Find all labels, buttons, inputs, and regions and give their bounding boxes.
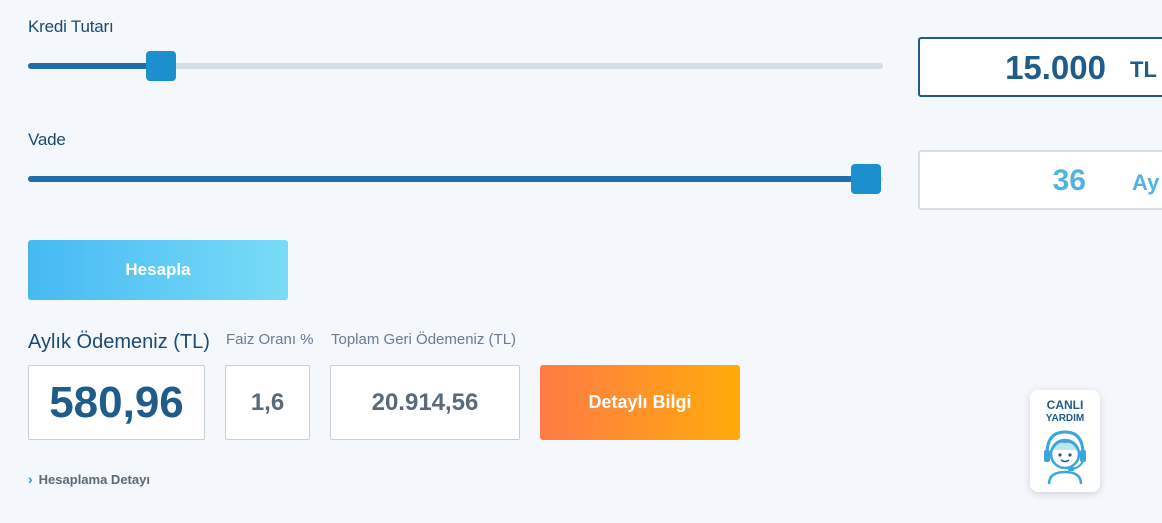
loan-amount-field[interactable]: 15.000 TL [918, 37, 1162, 97]
monthly-payment-label: Aylık Ödemeniz (TL) [28, 331, 210, 353]
loan-amount-slider-thumb[interactable] [145, 51, 176, 81]
term-slider[interactable] [28, 164, 883, 194]
loan-amount-value: 15.000 [1005, 49, 1106, 86]
detail-info-button[interactable]: Detaylı Bilgi [540, 365, 740, 440]
interest-rate-label: Faiz Oranı % [226, 331, 314, 348]
live-help-line2: YARDIM [1045, 413, 1085, 424]
term-slider-fill [28, 176, 866, 182]
calculation-detail-link[interactable]: › Hesaplama Detayı [28, 471, 150, 487]
term-label: Vade [28, 130, 66, 149]
term-unit: Ay [1132, 170, 1160, 195]
interest-rate-value: 1,6 [225, 365, 310, 440]
loan-calculator: Kredi Tutarı 15.000 TL Vade 36 Ay Hesapl… [0, 0, 1162, 523]
total-repayment-value: 20.914,56 [330, 365, 520, 440]
monthly-payment-value: 580,96 [28, 365, 205, 440]
live-help-widget[interactable]: CANLI YARDIM [1030, 390, 1100, 492]
calculation-detail-label: Hesaplama Detayı [38, 471, 150, 487]
calculate-button[interactable]: Hesapla [28, 240, 288, 300]
support-agent-icon [1044, 430, 1086, 484]
live-help-line1: CANLI [1046, 398, 1084, 412]
chevron-right-icon: › [28, 471, 33, 487]
loan-amount-slider-fill [28, 63, 161, 69]
total-repayment-label: Toplam Geri Ödemeniz (TL) [331, 331, 517, 348]
term-slider-thumb[interactable] [850, 164, 881, 194]
loan-amount-label: Kredi Tutarı [28, 17, 114, 36]
term-value: 36 [1052, 164, 1086, 197]
loan-amount-slider[interactable] [28, 51, 883, 81]
term-field[interactable]: 36 Ay [918, 150, 1162, 210]
loan-amount-unit: TL [1130, 57, 1157, 82]
